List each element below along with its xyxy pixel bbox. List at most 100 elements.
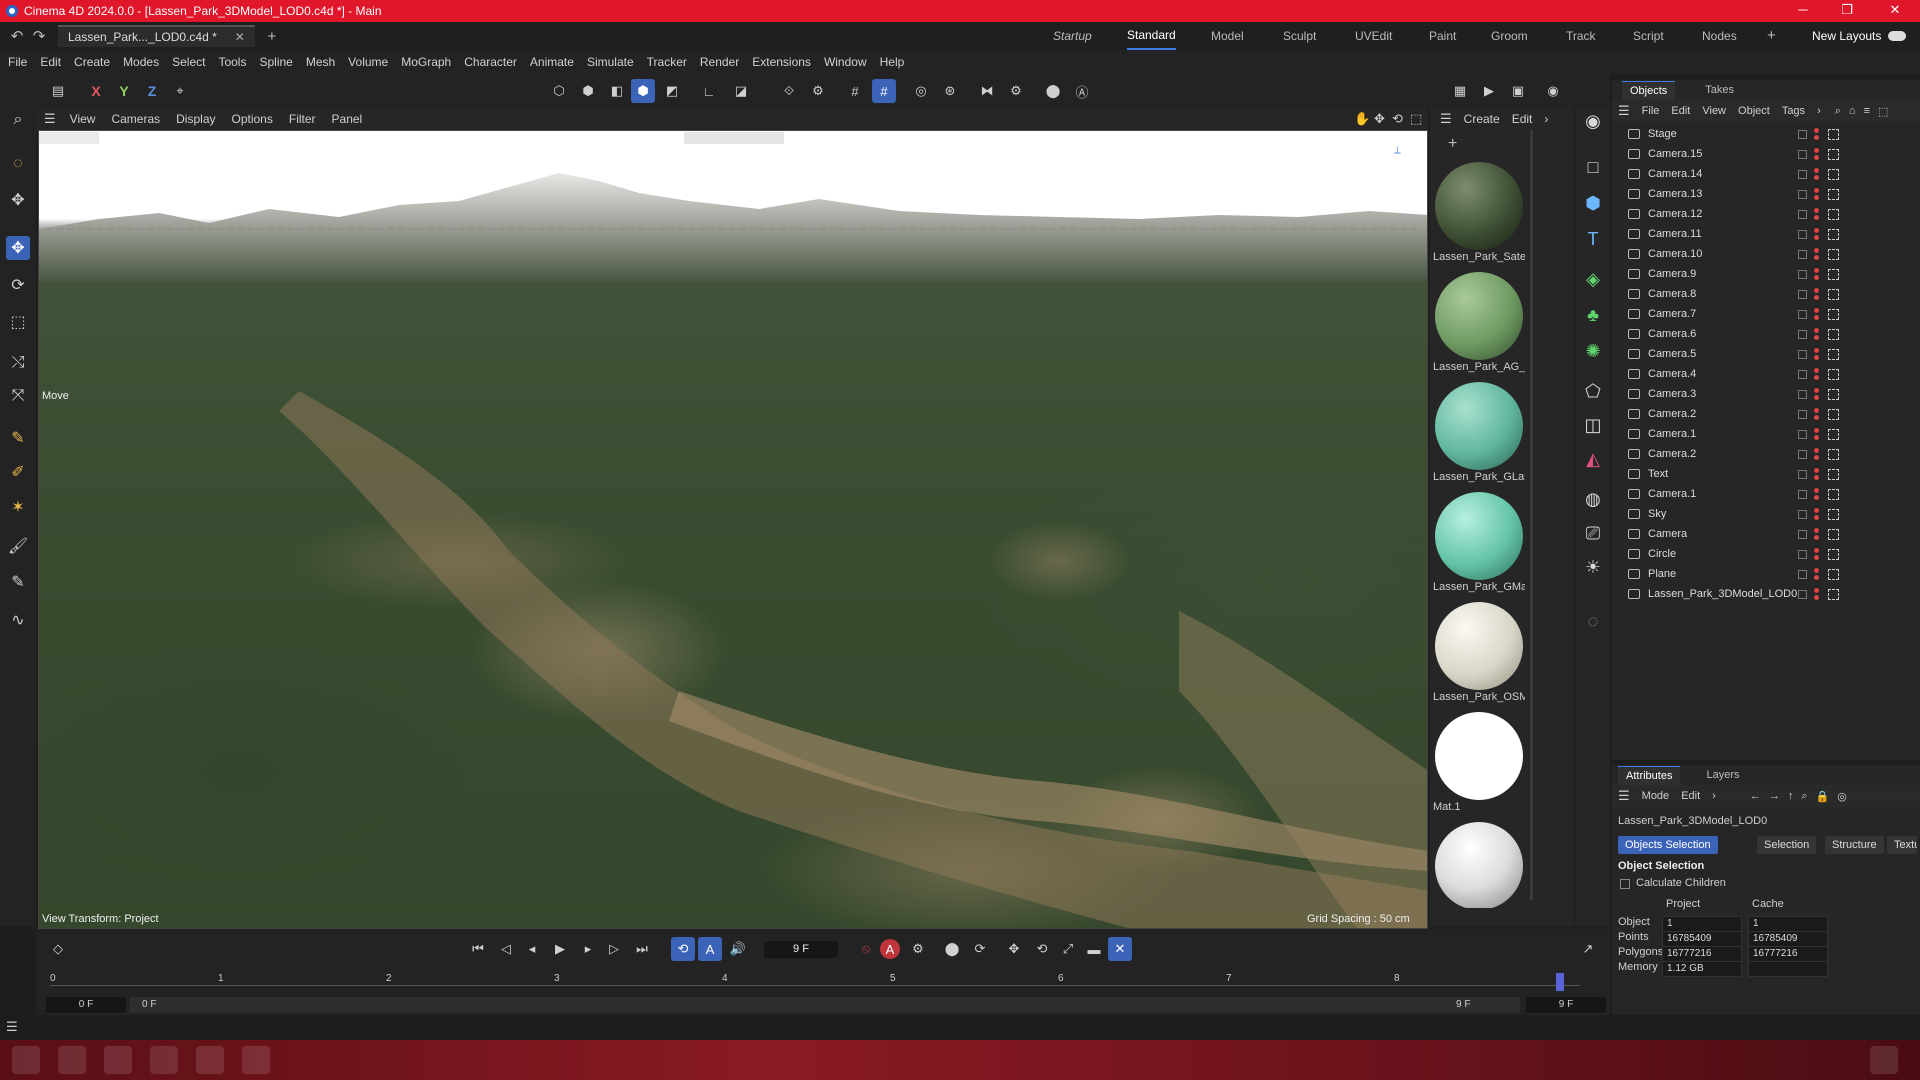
editor-visibility-dot[interactable] [1814, 208, 1819, 213]
viewport-hamburger-icon[interactable]: ☰ [44, 111, 56, 127]
objects-search-icon[interactable]: ⌕ [1835, 105, 1841, 118]
object-row[interactable]: Camera [1612, 524, 1920, 544]
editor-visibility-dot[interactable] [1814, 408, 1819, 413]
object-row[interactable]: Camera.4 [1612, 364, 1920, 384]
layout-uvedit[interactable]: UVEdit [1355, 22, 1392, 50]
visibility-checkbox[interactable] [1798, 549, 1807, 559]
new-attribute-manager-icon[interactable]: ◎ [1837, 790, 1847, 803]
object-row[interactable]: Camera.1 [1612, 424, 1920, 444]
layout-model[interactable]: Model [1211, 22, 1244, 50]
render-visibility-dot[interactable] [1814, 155, 1819, 160]
menu-tools[interactable]: Tools [218, 55, 246, 69]
lock-icon[interactable]: ⬤ [1041, 79, 1065, 103]
object-row[interactable]: Camera.9 [1612, 264, 1920, 284]
undo-icon[interactable]: ↶ [6, 27, 28, 45]
editor-visibility-dot[interactable] [1814, 368, 1819, 373]
render-view-icon[interactable]: ▦ [1448, 79, 1472, 103]
object-tag-icon[interactable] [1828, 408, 1839, 420]
editor-visibility-dot[interactable] [1814, 268, 1819, 273]
object-tag-icon[interactable] [1828, 588, 1839, 600]
objects-menu-view[interactable]: View [1702, 105, 1726, 117]
menu-mesh[interactable]: Mesh [306, 55, 335, 69]
light-icon[interactable]: ☀ [1580, 554, 1606, 580]
lock-icon[interactable]: 🔒 [1816, 790, 1830, 803]
render-visibility-dot[interactable] [1814, 235, 1819, 240]
object-row[interactable]: Camera.6 [1612, 324, 1920, 344]
key-pla-icon[interactable]: ▬ [1082, 937, 1106, 961]
editor-visibility-dot[interactable] [1814, 188, 1819, 193]
taskbar-app-icon[interactable] [242, 1046, 270, 1074]
layout-sculpt[interactable]: Sculpt [1283, 22, 1316, 50]
visibility-checkbox[interactable] [1798, 149, 1807, 159]
editor-visibility-dot[interactable] [1814, 448, 1819, 453]
visibility-checkbox[interactable] [1798, 509, 1807, 519]
menu-tracker[interactable]: Tracker [647, 55, 687, 69]
key-settings-icon[interactable]: ⚙ [906, 937, 930, 961]
taskbar-app-icon[interactable] [150, 1046, 178, 1074]
material-item[interactable]: Lassen_Park_AG_L [1433, 272, 1525, 373]
visibility-checkbox[interactable] [1798, 589, 1807, 599]
editor-visibility-dot[interactable] [1814, 348, 1819, 353]
object-tag-icon[interactable] [1828, 128, 1839, 140]
render-visibility-dot[interactable] [1814, 175, 1819, 180]
restore-icon[interactable]: ❐ [1828, 0, 1866, 22]
placement-tool-icon[interactable]: ⤧ [6, 384, 30, 408]
layout-startup[interactable]: Startup [1053, 22, 1092, 50]
object-row[interactable]: Camera.11 [1612, 224, 1920, 244]
object-row[interactable]: Camera.15 [1612, 144, 1920, 164]
viewport-menu-view[interactable]: View [70, 112, 96, 126]
paint-brush-icon[interactable]: 🖌 [6, 534, 30, 558]
next-frame-icon[interactable]: ▸ [576, 937, 600, 961]
menu-help[interactable]: Help [880, 55, 905, 69]
timeline-ruler[interactable]: 0 1 2 3 4 5 6 7 8 [36, 969, 1610, 997]
solo-icon[interactable]: ◪ [729, 79, 753, 103]
object-tag-icon[interactable] [1828, 568, 1839, 580]
generator-icon[interactable]: ◈ [1580, 266, 1606, 292]
menu-window[interactable]: Window [824, 55, 867, 69]
editor-visibility-dot[interactable] [1814, 288, 1819, 293]
render-visibility-dot[interactable] [1814, 195, 1819, 200]
object-tag-icon[interactable] [1828, 188, 1839, 200]
visibility-checkbox[interactable] [1798, 209, 1807, 219]
object-tag-icon[interactable] [1828, 368, 1839, 380]
object-tag-icon[interactable] [1828, 448, 1839, 460]
status-menu-icon[interactable]: ☰ [6, 1019, 18, 1035]
visibility-checkbox[interactable] [1798, 189, 1807, 199]
taskbar-app-icon[interactable] [12, 1046, 40, 1074]
visibility-checkbox[interactable] [1798, 469, 1807, 479]
uv-mode-icon[interactable]: ◩ [660, 79, 684, 103]
material-item[interactable]: Lassen_Park_GLan [1433, 382, 1525, 483]
tag-icon[interactable]: ◌ [1580, 608, 1606, 634]
taskbar-tray-icon[interactable] [1870, 1046, 1898, 1074]
object-tag-icon[interactable] [1828, 208, 1839, 220]
menu-animate[interactable]: Animate [530, 55, 574, 69]
render-visibility-dot[interactable] [1814, 415, 1819, 420]
auto-icon[interactable]: Ⓐ [1070, 79, 1094, 103]
camera-icon[interactable]: ⎚ [1580, 520, 1606, 546]
prev-key-icon[interactable]: ◁ [494, 937, 518, 961]
editor-visibility-dot[interactable] [1814, 428, 1819, 433]
minimize-icon[interactable]: ─ [1784, 0, 1822, 22]
editor-visibility-dot[interactable] [1814, 248, 1819, 253]
selection-filter-icon[interactable]: ▤ [46, 79, 70, 103]
structure-button[interactable]: Structure [1825, 836, 1884, 854]
calculate-children-checkbox[interactable] [1620, 879, 1630, 889]
editor-visibility-dot[interactable] [1814, 388, 1819, 393]
render-visibility-dot[interactable] [1814, 275, 1819, 280]
edges-mode-icon[interactable]: ⬢ [576, 79, 600, 103]
render-visibility-dot[interactable] [1814, 455, 1819, 460]
up-arrow-icon[interactable]: ↑ [1788, 790, 1794, 802]
object-tag-icon[interactable] [1828, 468, 1839, 480]
editor-visibility-dot[interactable] [1814, 128, 1819, 133]
render-visibility-dot[interactable] [1814, 315, 1819, 320]
menu-mograph[interactable]: MoGraph [401, 55, 451, 69]
autokey-icon[interactable]: A [880, 939, 900, 959]
cloner-icon[interactable]: ♣ [1580, 302, 1606, 328]
loop-icon[interactable]: ⟲ [671, 937, 695, 961]
close-tab-icon[interactable]: ✕ [235, 30, 245, 44]
object-tag-icon[interactable] [1828, 168, 1839, 180]
next-key-icon[interactable]: ▷ [602, 937, 626, 961]
cube-icon[interactable]: ⬢ [1580, 190, 1606, 216]
viewport-menu-display[interactable]: Display [176, 112, 215, 126]
render-visibility-dot[interactable] [1814, 295, 1819, 300]
